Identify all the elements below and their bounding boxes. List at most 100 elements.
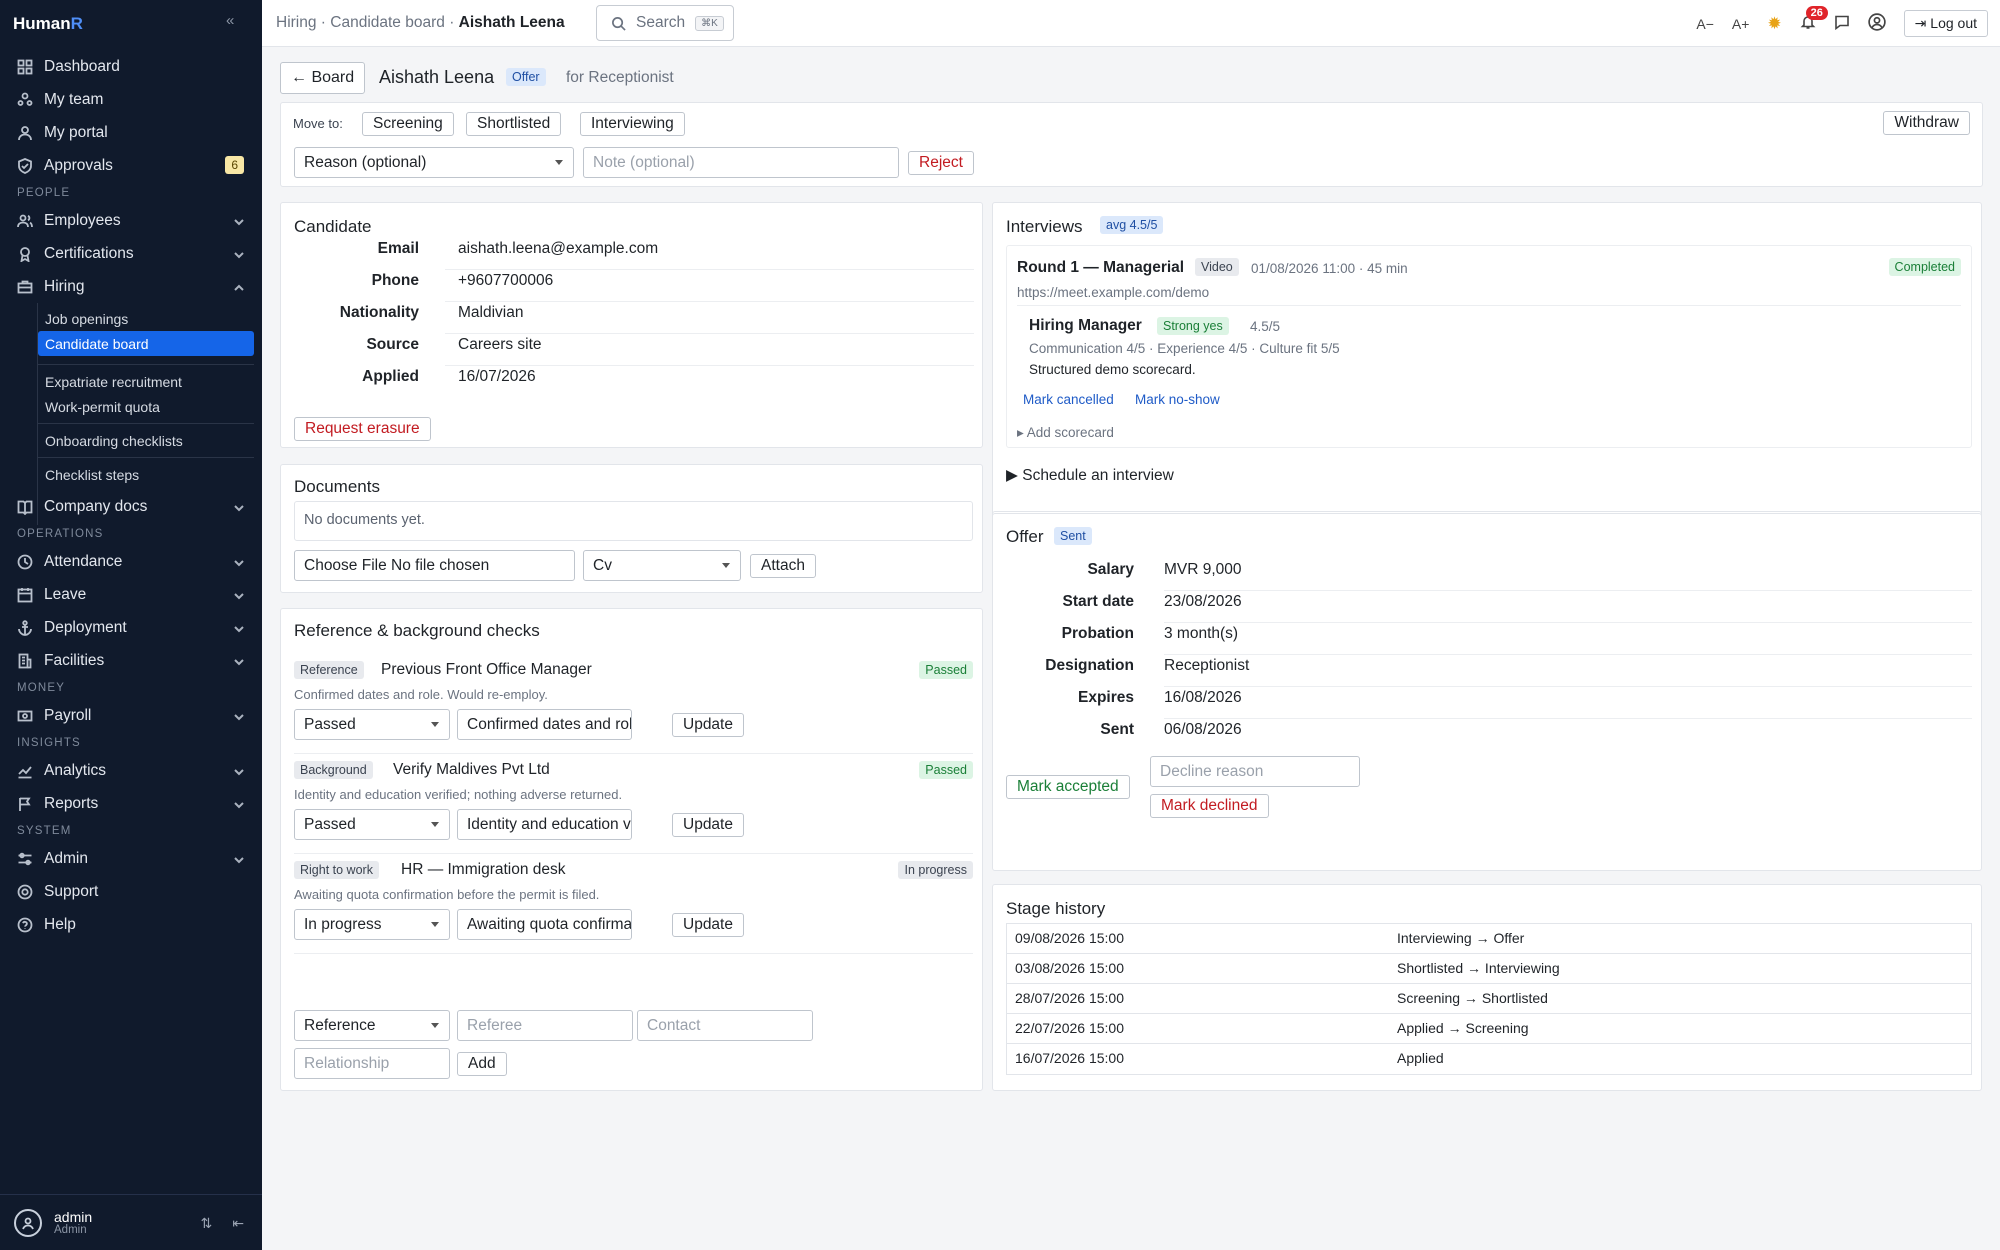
check-item: Reference Previous Front Office Manager …: [294, 661, 973, 753]
sidebar-sub-onboarding-checklists[interactable]: Onboarding checklists: [0, 428, 262, 453]
users-icon: [16, 212, 34, 230]
check-update-button[interactable]: Update: [672, 713, 744, 737]
offer-field-value: 3 month(s): [1164, 625, 1239, 642]
message-icon[interactable]: [1834, 14, 1850, 33]
check-note: Confirmed dates and role. Would re-emplo…: [294, 687, 548, 702]
check-status-select[interactable]: Passed: [294, 709, 450, 740]
sidebar-item-dashboard[interactable]: Dashboard: [0, 50, 262, 83]
sidebar-sub-candidate-board[interactable]: Candidate board: [38, 331, 254, 356]
check-note-input[interactable]: Confirmed dates and role.: [457, 709, 632, 740]
check-update-button[interactable]: Update: [672, 813, 744, 837]
reject-reason-select[interactable]: Reason (optional): [294, 147, 574, 178]
sidebar-sub-job-openings[interactable]: Job openings: [0, 306, 262, 331]
sidebar-item-support[interactable]: Support: [0, 875, 262, 908]
check-status-select[interactable]: In progress: [294, 909, 450, 940]
move-shortlisted-button[interactable]: Shortlisted: [466, 112, 562, 136]
sidebar-item-my-portal[interactable]: My portal: [0, 116, 262, 149]
offer-field-label: Expires: [1077, 689, 1134, 706]
sidebar-item-approvals[interactable]: Approvals 6: [0, 149, 262, 182]
section-people: PEOPLE: [17, 187, 71, 199]
sidebar-item-certifications[interactable]: Certifications: [0, 237, 262, 270]
mark-noshow-link[interactable]: Mark no-show: [1135, 392, 1220, 407]
breadcrumb-candidate-board[interactable]: Candidate board: [330, 14, 445, 31]
decline-reason-input[interactable]: Decline reason: [1150, 756, 1360, 787]
sidebar-item-analytics[interactable]: Analytics: [0, 754, 262, 787]
reject-button[interactable]: Reject: [908, 151, 974, 175]
theme-sun-icon[interactable]: ✹: [1767, 14, 1781, 34]
check-note-input[interactable]: Identity and education veri: [457, 809, 632, 840]
user-icon: [16, 124, 34, 142]
account-icon[interactable]: [1867, 13, 1886, 34]
sidebar-sub-checklist-steps[interactable]: Checklist steps: [0, 462, 262, 487]
add-scorecard-toggle[interactable]: ▸ Add scorecard: [1017, 425, 1114, 441]
chevron-down-icon: [234, 764, 244, 776]
sidebar-item-my-team[interactable]: My team: [0, 83, 262, 116]
history-row: 09/08/2026 15:00 Interviewing → Offer: [1007, 924, 1971, 954]
font-larger-button[interactable]: A+: [1732, 16, 1750, 32]
new-check-type-select[interactable]: Reference: [294, 1010, 450, 1041]
sidebar-item-leave[interactable]: Leave: [0, 578, 262, 611]
mark-declined-button[interactable]: Mark declined: [1150, 794, 1269, 818]
sidebar-item-reports[interactable]: Reports: [0, 787, 262, 820]
mark-accepted-button[interactable]: Mark accepted: [1006, 775, 1130, 799]
reject-note-input[interactable]: Note (optional): [583, 147, 899, 178]
sidebar-sub-expatriate-recruitment[interactable]: Expatriate recruitment: [0, 369, 262, 394]
referee-input[interactable]: Referee: [457, 1010, 633, 1041]
request-erasure-button[interactable]: Request erasure: [294, 417, 431, 441]
sidebar-item-admin[interactable]: Admin: [0, 842, 262, 875]
row-divider: [294, 753, 973, 754]
search-shortcut: ⌘K: [695, 15, 724, 31]
sidebar-item-attendance[interactable]: Attendance: [0, 545, 262, 578]
sidebar-item-facilities[interactable]: Facilities: [0, 644, 262, 677]
document-type-select[interactable]: Cv: [583, 550, 741, 581]
check-type-badge: Background: [294, 761, 373, 779]
brand-logo[interactable]: HumanR: [13, 14, 83, 34]
anchor-icon: [16, 619, 34, 637]
check-update-button[interactable]: Update: [672, 913, 744, 937]
breadcrumb: Hiring · Candidate board · Aishath Leena: [276, 14, 565, 31]
move-interviewing-button[interactable]: Interviewing: [580, 112, 685, 136]
sidebar-item-help[interactable]: Help: [0, 908, 262, 941]
offer-field-row: Salary MVR 9,000: [1006, 561, 1972, 591]
sign-out-icon[interactable]: ⇤: [232, 1215, 244, 1232]
candidate-field-label: Source: [366, 336, 419, 353]
check-note: Identity and education verified; nothing…: [294, 787, 623, 802]
row-divider: [1164, 654, 1972, 655]
contact-input[interactable]: Contact: [637, 1010, 813, 1041]
building-icon: [16, 652, 34, 670]
chevron-down-icon: [234, 214, 244, 226]
back-to-board-button[interactable]: ← Board: [280, 62, 366, 94]
sidebar-item-deployment[interactable]: Deployment: [0, 611, 262, 644]
breadcrumb-hiring[interactable]: Hiring: [276, 14, 316, 31]
user-box: admin Admin ⇅ ⇤: [0, 1194, 262, 1250]
relationship-input[interactable]: Relationship: [294, 1048, 450, 1079]
candidate-field-row: Applied 16/07/2026: [294, 368, 974, 398]
mark-cancelled-link[interactable]: Mark cancelled: [1023, 392, 1114, 407]
meeting-link[interactable]: https://meet.example.com/demo: [1017, 285, 1209, 300]
font-smaller-button[interactable]: A−: [1696, 16, 1714, 32]
move-screening-button[interactable]: Screening: [362, 112, 454, 136]
sidebar-item-employees[interactable]: Employees: [0, 204, 262, 237]
check-note-input[interactable]: Awaiting quota confirmatic: [457, 909, 632, 940]
sidebar-sub-work-permit-quota[interactable]: Work-permit quota: [0, 394, 262, 419]
sidebar-item-hiring[interactable]: Hiring: [0, 270, 262, 303]
calendar-icon: [16, 586, 34, 604]
sidebar-item-company-docs[interactable]: Company docs: [0, 490, 262, 523]
file-input[interactable]: Choose File No file chosen: [294, 550, 575, 581]
attach-button[interactable]: Attach: [750, 554, 816, 578]
sidebar-item-payroll[interactable]: Payroll: [0, 699, 262, 732]
check-status-select[interactable]: Passed: [294, 809, 450, 840]
offer-field-value: 23/08/2026: [1164, 593, 1242, 610]
logout-button[interactable]: ⇥ Log out: [1903, 10, 1988, 37]
bell-icon[interactable]: 26: [1800, 6, 1828, 33]
avatar[interactable]: [14, 1208, 42, 1237]
withdraw-button[interactable]: Withdraw: [1883, 111, 1970, 135]
row-divider: [445, 269, 974, 270]
add-check-button[interactable]: Add: [457, 1052, 507, 1076]
collapse-sidebar-icon[interactable]: «: [226, 12, 234, 29]
switch-user-icon[interactable]: ⇅: [201, 1215, 213, 1232]
schedule-interview-toggle[interactable]: ▶ Schedule an interview: [1006, 466, 1174, 485]
search-input[interactable]: Search ⌘K: [596, 5, 734, 41]
offer-field-row: Expires 16/08/2026: [1006, 689, 1972, 719]
chevron-up-icon: [234, 280, 244, 291]
